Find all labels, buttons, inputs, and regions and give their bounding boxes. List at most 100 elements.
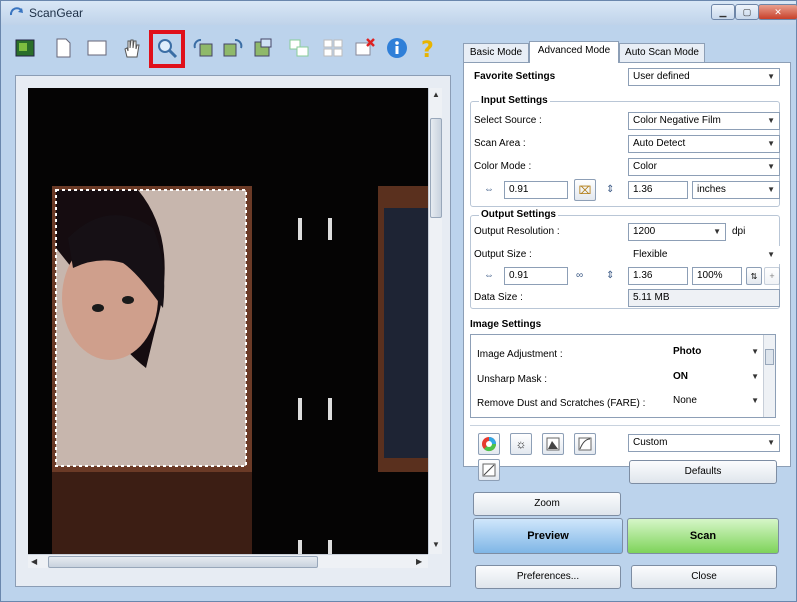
divider (470, 425, 780, 426)
width-icon: ⇔ (484, 184, 494, 195)
favorite-settings-label: Favorite Settings (474, 71, 556, 82)
horizontal-scroll-thumb[interactable] (48, 556, 318, 568)
output-size-select[interactable]: Flexible ▼ (628, 246, 780, 264)
histogram-button[interactable] (542, 433, 564, 455)
minimize-button[interactable]: ▁ (711, 4, 735, 20)
scan-area-value: Auto Detect (633, 138, 686, 149)
tone-curve-icon (578, 437, 592, 451)
title-bar[interactable]: ScanGear ▁ ▢ ✕ (1, 1, 797, 25)
brightness-contrast-button[interactable]: ☼ (510, 433, 532, 455)
stepper-icon: ⇅ (750, 271, 758, 281)
scroll-left-icon[interactable]: ◀ (31, 557, 37, 566)
scale-stepper[interactable]: ⇅ (746, 267, 762, 285)
remove-crop-frame-button[interactable] (351, 34, 379, 62)
advanced-mode-panel: Favorite Settings User defined ▼ Input Se… (463, 62, 791, 481)
select-source-select[interactable]: Color Negative Film ▼ (628, 112, 780, 130)
info-button[interactable] (383, 34, 411, 62)
tone-preset-select[interactable]: Custom ▼ (628, 434, 780, 452)
select-all-button[interactable] (319, 34, 347, 62)
vertical-scroll-thumb[interactable] (430, 118, 442, 218)
hand-button[interactable] (117, 34, 145, 62)
chevron-down-icon: ▼ (767, 250, 775, 259)
image-settings-scrollbar[interactable] (763, 335, 775, 417)
select-all-icon (323, 39, 343, 57)
output-resolution-label: Output Resolution : (474, 226, 560, 237)
input-width-field[interactable]: 0.91 (504, 181, 568, 199)
unit-value: inches (697, 184, 726, 195)
width-icon: ⇔ (484, 270, 494, 281)
color-wheel-icon (482, 437, 497, 452)
whole-image-icon (56, 38, 71, 58)
tone-curve-button[interactable] (574, 433, 596, 455)
tab-advanced-mode[interactable]: Advanced Mode (529, 41, 619, 63)
maximize-icon: ▢ (742, 6, 752, 17)
thumbnail-icon (15, 39, 35, 57)
link-icon[interactable]: ∞ (576, 270, 583, 281)
tab-auto-scan-mode[interactable]: Auto Scan Mode (619, 43, 705, 63)
saturation-balance-button[interactable] (478, 433, 500, 455)
scale-field[interactable]: 100% (692, 267, 742, 285)
add-size-button[interactable]: + (764, 267, 780, 285)
preferences-button[interactable]: Preferences... (475, 565, 621, 589)
output-width-field[interactable]: 0.91 (504, 267, 568, 285)
preview-frame: ▲ ▼ ◀ ▶ (15, 75, 451, 587)
fare-select[interactable]: None ▼ (669, 393, 763, 411)
unsharp-mask-value: ON (673, 371, 688, 382)
close-button[interactable]: Close (631, 565, 777, 589)
data-size-value: 5.11 MB (628, 289, 780, 307)
horizontal-scrollbar[interactable]: ◀ ▶ (28, 554, 428, 568)
tab-basic-mode[interactable]: Basic Mode (463, 43, 529, 63)
zoom-preview-button[interactable]: Zoom (473, 492, 621, 516)
zoom-highlight-frame (149, 30, 185, 68)
chevron-down-icon: ▼ (767, 438, 775, 447)
defaults-button[interactable]: Defaults (629, 460, 777, 484)
preview-image-area[interactable] (28, 88, 428, 554)
favorite-settings-value: User defined (633, 71, 690, 82)
image-adjustment-value: Photo (673, 346, 702, 357)
output-settings-title: Output Settings (479, 209, 558, 220)
rotate-right-button[interactable] (219, 34, 247, 62)
chevron-down-icon: ▼ (751, 347, 759, 356)
aspect-ratio-lock-button[interactable]: ⌧ (574, 179, 596, 201)
preview-button[interactable]: Preview (473, 518, 623, 554)
output-resolution-select[interactable]: 1200 ▼ (628, 223, 726, 241)
color-mode-select[interactable]: Color ▼ (628, 158, 780, 176)
help-button[interactable]: ? (413, 34, 441, 62)
scan-button[interactable]: Scan (627, 518, 779, 554)
favorite-settings-select[interactable]: User defined ▼ (628, 68, 780, 86)
image-settings-scroll-thumb[interactable] (765, 349, 774, 365)
check-all-frames-button[interactable] (285, 34, 313, 62)
data-size-label: Data Size : (474, 292, 523, 303)
scroll-down-icon[interactable]: ▼ (432, 540, 440, 549)
maximize-button[interactable]: ▢ (735, 4, 759, 20)
hand-icon (124, 39, 140, 58)
auto-crop-button[interactable] (249, 34, 277, 62)
unsharp-mask-select[interactable]: ON ▼ (669, 369, 763, 387)
crop-frame-button[interactable] (83, 34, 111, 62)
unit-select[interactable]: inches ▼ (692, 181, 780, 199)
image-settings-list: Image Adjustment : Photo ▼ Unsharp Mask :… (470, 334, 776, 418)
vertical-scrollbar[interactable]: ▲ ▼ (428, 88, 442, 554)
image-adjustment-select[interactable]: Photo ▼ (669, 344, 763, 362)
scroll-right-icon[interactable]: ▶ (416, 557, 422, 566)
color-mode-value: Color (633, 161, 657, 172)
add-icon: + (769, 271, 775, 281)
auto-crop-icon (254, 38, 272, 57)
thumbnail-button[interactable] (11, 34, 39, 62)
info-icon (387, 38, 407, 58)
check-all-frames-icon (289, 39, 309, 57)
scan-area-select[interactable]: Auto Detect ▼ (628, 135, 780, 153)
scangear-window: ScanGear ▁ ▢ ✕ ? ▲ ▼ ◀ ▶ Basic Mode Adva… (0, 0, 797, 602)
close-window-button[interactable]: ✕ (758, 4, 797, 20)
scroll-up-icon[interactable]: ▲ (432, 90, 440, 99)
final-review-button[interactable] (478, 459, 500, 481)
chevron-down-icon: ▼ (751, 372, 759, 381)
chevron-down-icon: ▼ (767, 139, 775, 148)
chevron-down-icon: ▼ (713, 227, 721, 236)
input-height-field[interactable]: 1.36 (628, 181, 688, 199)
fare-label: Remove Dust and Scratches (FARE) : (477, 398, 646, 409)
whole-image-button[interactable] (49, 34, 77, 62)
rotate-left-button[interactable] (189, 34, 217, 62)
output-height-field[interactable]: 1.36 (628, 267, 688, 285)
height-icon: ⇕ (606, 184, 615, 195)
